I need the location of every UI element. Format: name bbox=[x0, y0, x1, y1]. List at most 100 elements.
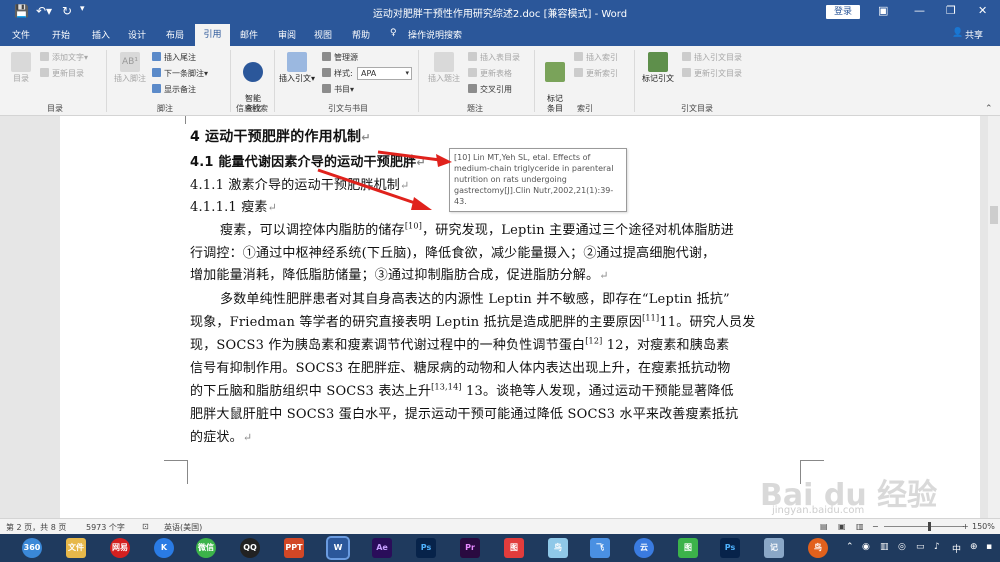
citation-style-select[interactable]: APA ▾ bbox=[357, 67, 412, 80]
qq-icon[interactable]: QQ bbox=[240, 538, 260, 558]
insert-caption-button[interactable]: 插入题注 bbox=[424, 52, 464, 84]
vertical-scrollbar[interactable] bbox=[988, 116, 1000, 518]
insert-toa-button[interactable]: 插入引文目录 bbox=[682, 52, 742, 63]
divider bbox=[274, 50, 275, 112]
notepad-icon[interactable]: 记 bbox=[764, 538, 784, 558]
mark-citation-button[interactable]: 标记引文 bbox=[638, 52, 678, 84]
battery-icon[interactable]: ▭ bbox=[916, 542, 925, 552]
divider bbox=[634, 50, 635, 112]
web-layout-icon[interactable]: ▥ bbox=[856, 522, 864, 531]
zoom-out-icon[interactable]: − bbox=[872, 522, 879, 531]
after-effects-icon[interactable]: Ae bbox=[372, 538, 392, 558]
tab-file[interactable]: 文件 bbox=[12, 28, 30, 41]
photoshop-icon[interactable]: Ps bbox=[720, 538, 740, 558]
next-footnote-icon bbox=[152, 68, 161, 77]
qq-tray-icon[interactable]: ◉ bbox=[862, 542, 870, 552]
insert-tof-button[interactable]: 插入表目录 bbox=[468, 52, 520, 63]
word-icon[interactable]: W bbox=[326, 536, 350, 560]
read-mode-icon[interactable]: ▤ bbox=[820, 522, 828, 531]
notification-icon[interactable]: ▪ bbox=[986, 542, 992, 552]
language[interactable]: 英语(美国) bbox=[164, 522, 202, 533]
tab-insert[interactable]: 插入 bbox=[92, 28, 110, 41]
app-icon[interactable]: 图 bbox=[678, 538, 698, 558]
tab-design[interactable]: 设计 bbox=[128, 28, 146, 41]
tab-view[interactable]: 视图 bbox=[314, 28, 332, 41]
group-label-toa: 引文目录 bbox=[681, 104, 713, 113]
bibliography-button[interactable]: 书目▾ bbox=[322, 84, 354, 95]
undo-icon[interactable]: ↶▾ bbox=[36, 4, 52, 18]
update-table-button[interactable]: 更新表格 bbox=[468, 68, 512, 79]
save-icon[interactable]: 💾 bbox=[14, 4, 29, 18]
baidu-cloud-icon[interactable]: 云 bbox=[634, 538, 654, 558]
app-360-browser-icon[interactable]: 360 bbox=[22, 538, 42, 558]
citation-ref-13-14[interactable]: [13,14] bbox=[431, 383, 462, 392]
redo-icon[interactable]: ↻ bbox=[62, 4, 72, 18]
cross-reference-button[interactable]: 交叉引用 bbox=[468, 84, 512, 95]
ime-indicator[interactable]: 中 bbox=[952, 542, 961, 555]
insert-index-button[interactable]: 插入索引 bbox=[574, 52, 618, 63]
word-count[interactable]: 5973 个字 bbox=[86, 522, 125, 533]
close-icon[interactable]: ✕ bbox=[978, 4, 987, 17]
tab-layout[interactable]: 布局 bbox=[166, 28, 184, 41]
citation-ref-10[interactable]: [10] bbox=[405, 222, 422, 231]
mark-entry-icon bbox=[545, 62, 565, 82]
tray-icon[interactable]: ◎ bbox=[898, 542, 906, 552]
zoom-slider-thumb[interactable] bbox=[928, 522, 931, 531]
share-button[interactable]: 共享 bbox=[965, 28, 983, 41]
premiere-icon[interactable]: Pr bbox=[460, 538, 480, 558]
next-footnote-button[interactable]: 下一条脚注▾ bbox=[152, 68, 208, 79]
paragraph-line: 多数单纯性肥胖患者对其自身高表达的内源性 Leptin 并不敏感，即存在“Lep… bbox=[220, 292, 730, 307]
input-method-icon[interactable]: ⊕ bbox=[970, 542, 978, 552]
insert-footnote-button[interactable]: AB¹ 插入脚注 bbox=[110, 52, 150, 84]
tab-review[interactable]: 审阅 bbox=[278, 28, 296, 41]
app-icon[interactable]: 鸟 bbox=[548, 538, 568, 558]
ribbon-display-icon[interactable]: ▣ bbox=[878, 4, 888, 17]
share-icon[interactable]: 👤 bbox=[952, 28, 963, 38]
app-icon[interactable]: 鸟 bbox=[808, 538, 828, 558]
update-index-button[interactable]: 更新索引 bbox=[574, 68, 618, 79]
minimize-icon[interactable]: — bbox=[914, 4, 925, 17]
netease-music-icon[interactable]: 网易 bbox=[110, 538, 130, 558]
citation-ref-11[interactable]: [11] bbox=[642, 314, 659, 323]
tof-icon bbox=[468, 52, 477, 61]
feishu-icon[interactable]: 飞 bbox=[590, 538, 610, 558]
file-explorer-icon[interactable]: 文件 bbox=[66, 538, 86, 558]
add-text-button[interactable]: 添加文字▾ bbox=[40, 52, 88, 63]
customize-qat-icon[interactable]: ▾ bbox=[80, 4, 85, 14]
collapse-ribbon-icon[interactable]: ⌃ bbox=[985, 104, 993, 114]
login-button[interactable]: 登录 bbox=[826, 5, 860, 19]
tab-home[interactable]: 开始 bbox=[52, 28, 70, 41]
update-toc-button[interactable]: 更新目录 bbox=[40, 68, 84, 79]
heading-1: 4 运动干预肥胖的作用机制↵ bbox=[190, 129, 371, 145]
mark-entry-button[interactable]: 标记 条目 bbox=[540, 52, 570, 114]
zoom-slider[interactable] bbox=[884, 526, 964, 527]
tray-expand-icon[interactable]: ⌃ bbox=[846, 542, 854, 552]
insert-endnote-button[interactable]: 插入尾注 bbox=[152, 52, 196, 63]
volume-icon[interactable]: ♪ bbox=[934, 542, 940, 552]
mark-citation-icon bbox=[648, 52, 668, 72]
scrollbar-thumb[interactable] bbox=[990, 206, 998, 224]
print-layout-icon[interactable]: ▣ bbox=[838, 522, 846, 531]
kugou-icon[interactable]: K bbox=[154, 538, 174, 558]
citation-ref-12[interactable]: [12] bbox=[585, 337, 602, 346]
app-icon[interactable]: 图 bbox=[504, 538, 524, 558]
insert-citation-button[interactable]: 插入引文▾ bbox=[278, 52, 316, 84]
zoom-in-icon[interactable]: + bbox=[962, 522, 969, 531]
proofing-icon[interactable]: ⊡ bbox=[142, 522, 149, 531]
show-notes-button[interactable]: 显示备注 bbox=[152, 84, 196, 95]
photoshop-icon[interactable]: Ps bbox=[416, 538, 436, 558]
powerpoint-icon[interactable]: PPT bbox=[284, 538, 304, 558]
tell-me-search[interactable]: 操作说明搜索 bbox=[408, 28, 462, 41]
tab-help[interactable]: 帮助 bbox=[352, 28, 370, 41]
network-icon[interactable]: ▥ bbox=[880, 542, 889, 552]
update-toa-button[interactable]: 更新引文目录 bbox=[682, 68, 742, 79]
toc-button[interactable]: 目录 bbox=[6, 52, 36, 84]
tab-mailings[interactable]: 邮件 bbox=[240, 28, 258, 41]
restore-icon[interactable]: ❐ bbox=[946, 4, 956, 17]
wechat-icon[interactable]: 微信 bbox=[196, 538, 216, 558]
zoom-level[interactable]: 150% bbox=[972, 522, 995, 531]
tab-references[interactable]: 引用 bbox=[195, 24, 230, 46]
manage-sources-button[interactable]: 管理源 bbox=[322, 52, 358, 63]
page-count[interactable]: 第 2 页，共 8 页 bbox=[6, 522, 66, 533]
heading-2: 4.1 能量代谢因素介导的运动干预肥胖↵ bbox=[190, 155, 426, 170]
